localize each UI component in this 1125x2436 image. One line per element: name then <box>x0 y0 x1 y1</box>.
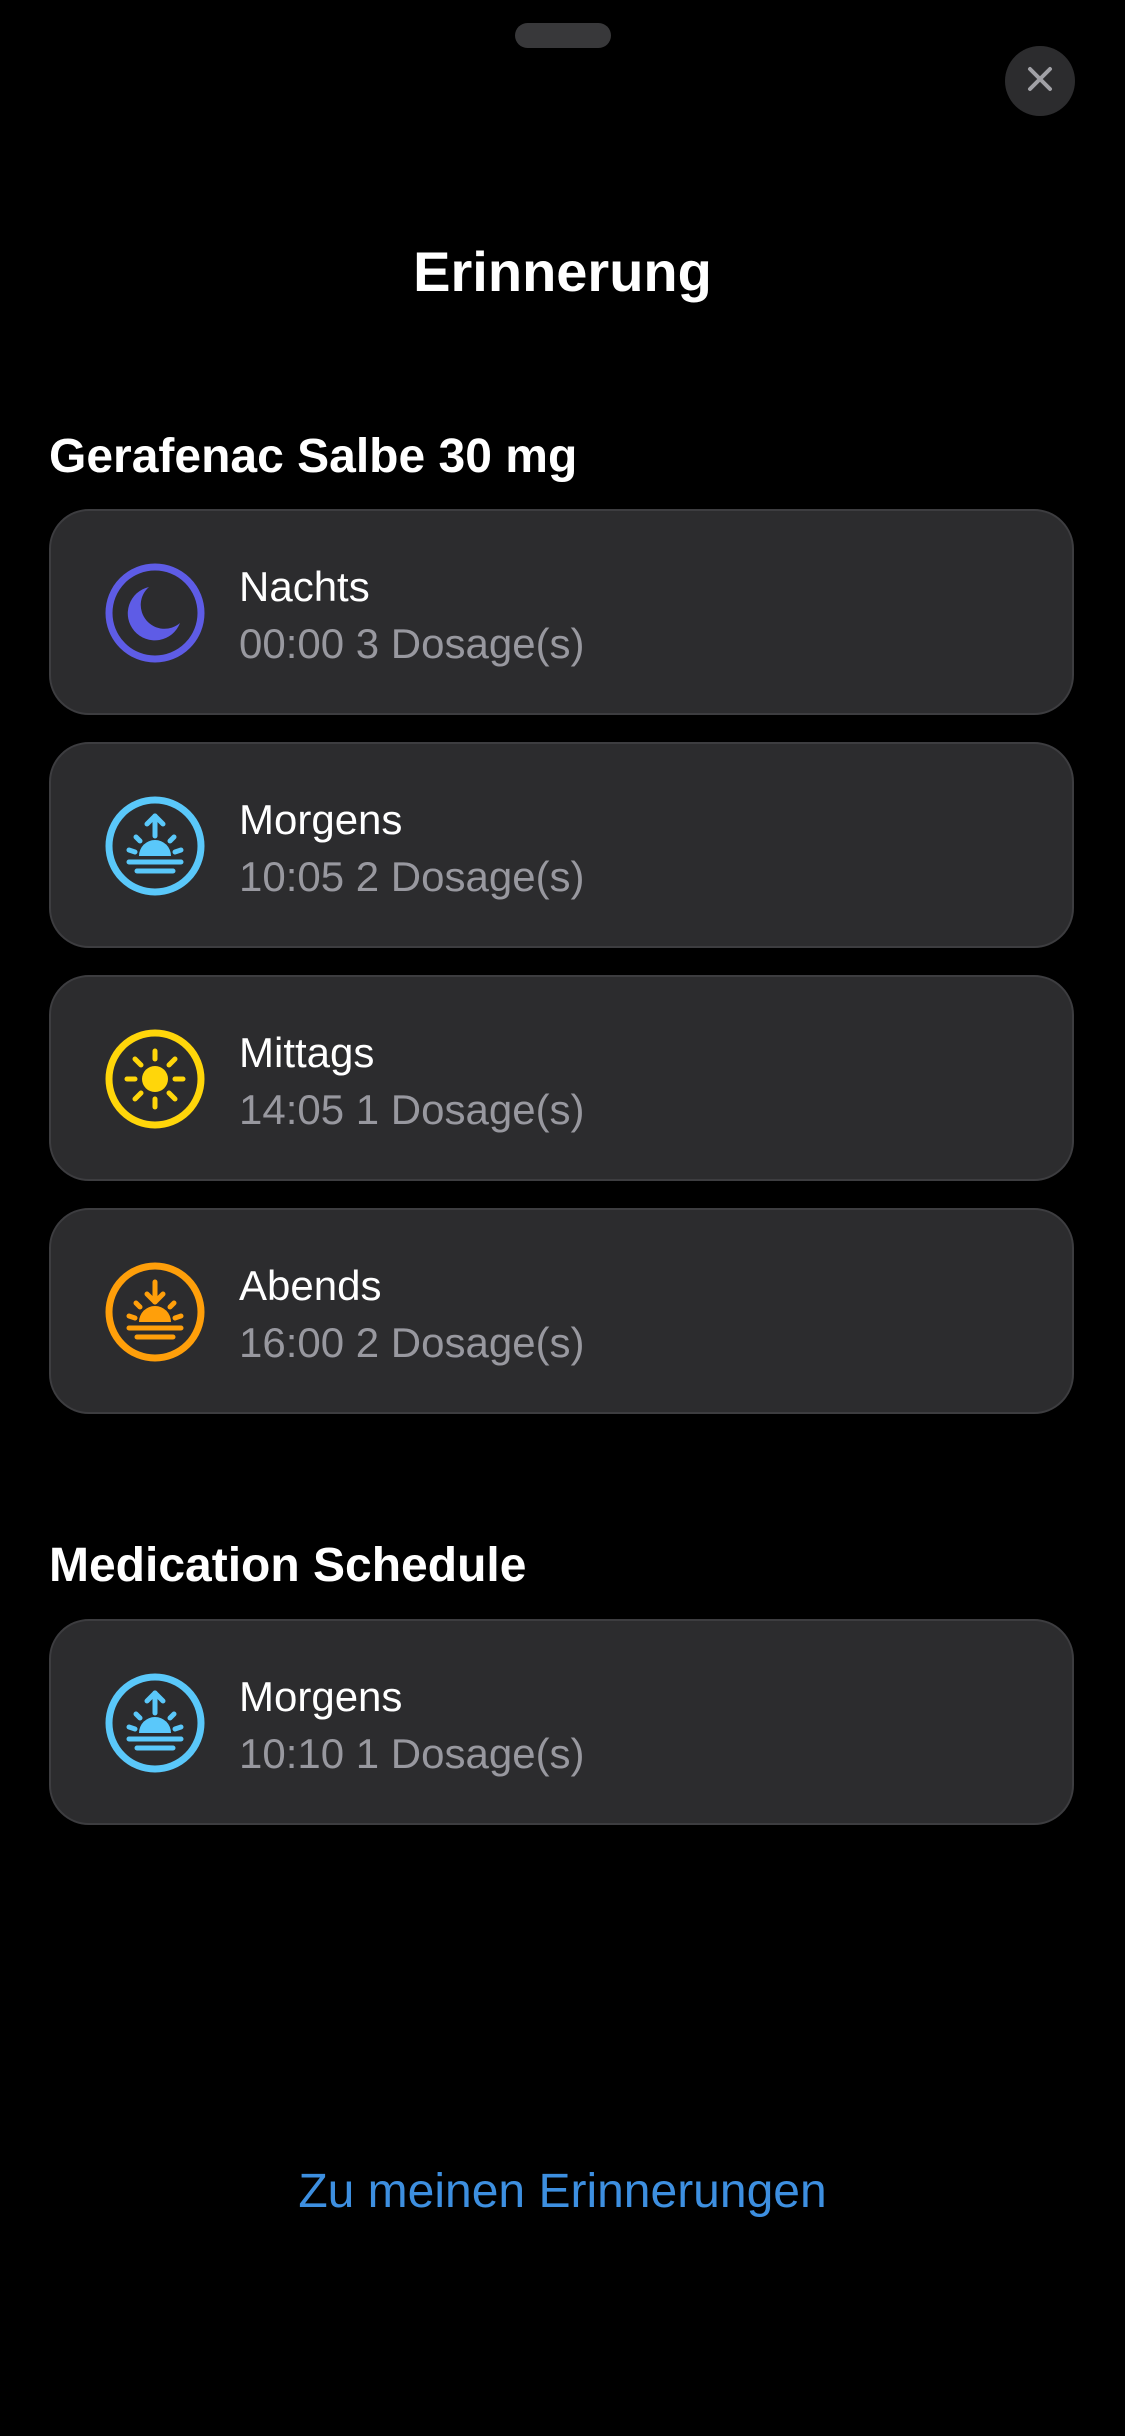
reminder-card-morgens[interactable]: Morgens 10:10 1 Dosage(s) <box>49 1619 1074 1825</box>
reminder-label: Nachts <box>239 563 370 610</box>
sheet-grabber[interactable] <box>515 23 611 48</box>
xmark-icon <box>1025 64 1055 99</box>
reminder-card-mittags[interactable]: Mittags 14:05 1 Dosage(s) <box>49 975 1074 1181</box>
reminder-detail: 16:00 2 Dosage(s) <box>239 1319 585 1366</box>
reminder-detail: 10:05 2 Dosage(s) <box>239 853 585 900</box>
reminder-detail: 14:05 1 Dosage(s) <box>239 1086 585 1133</box>
sunset-icon <box>105 1262 205 1362</box>
section-title-schedule: Medication Schedule <box>49 1539 527 1592</box>
close-button[interactable] <box>1005 46 1075 116</box>
section-title-medication: Gerafenac Salbe 30 mg <box>49 430 578 483</box>
reminder-detail: 00:00 3 Dosage(s) <box>239 620 585 667</box>
reminder-label: Abends <box>239 1262 382 1309</box>
reminder-label: Morgens <box>239 1673 403 1720</box>
moon-icon <box>105 563 205 663</box>
reminder-detail: 10:10 1 Dosage(s) <box>239 1730 585 1777</box>
reminder-label: Morgens <box>239 796 403 843</box>
reminder-card-morgens[interactable]: Morgens 10:05 2 Dosage(s) <box>49 742 1074 948</box>
reminder-card-nachts[interactable]: Nachts 00:00 3 Dosage(s) <box>49 509 1074 715</box>
sun-icon <box>105 1029 205 1129</box>
page-title: Erinnerung <box>413 240 712 303</box>
my-reminders-link[interactable]: Zu meinen Erinnerungen <box>0 2162 1125 2222</box>
reminder-card-abends[interactable]: Abends 16:00 2 Dosage(s) <box>49 1208 1074 1414</box>
sunrise-icon <box>105 1673 205 1773</box>
reminder-label: Mittags <box>239 1029 375 1076</box>
sunrise-icon <box>105 796 205 896</box>
